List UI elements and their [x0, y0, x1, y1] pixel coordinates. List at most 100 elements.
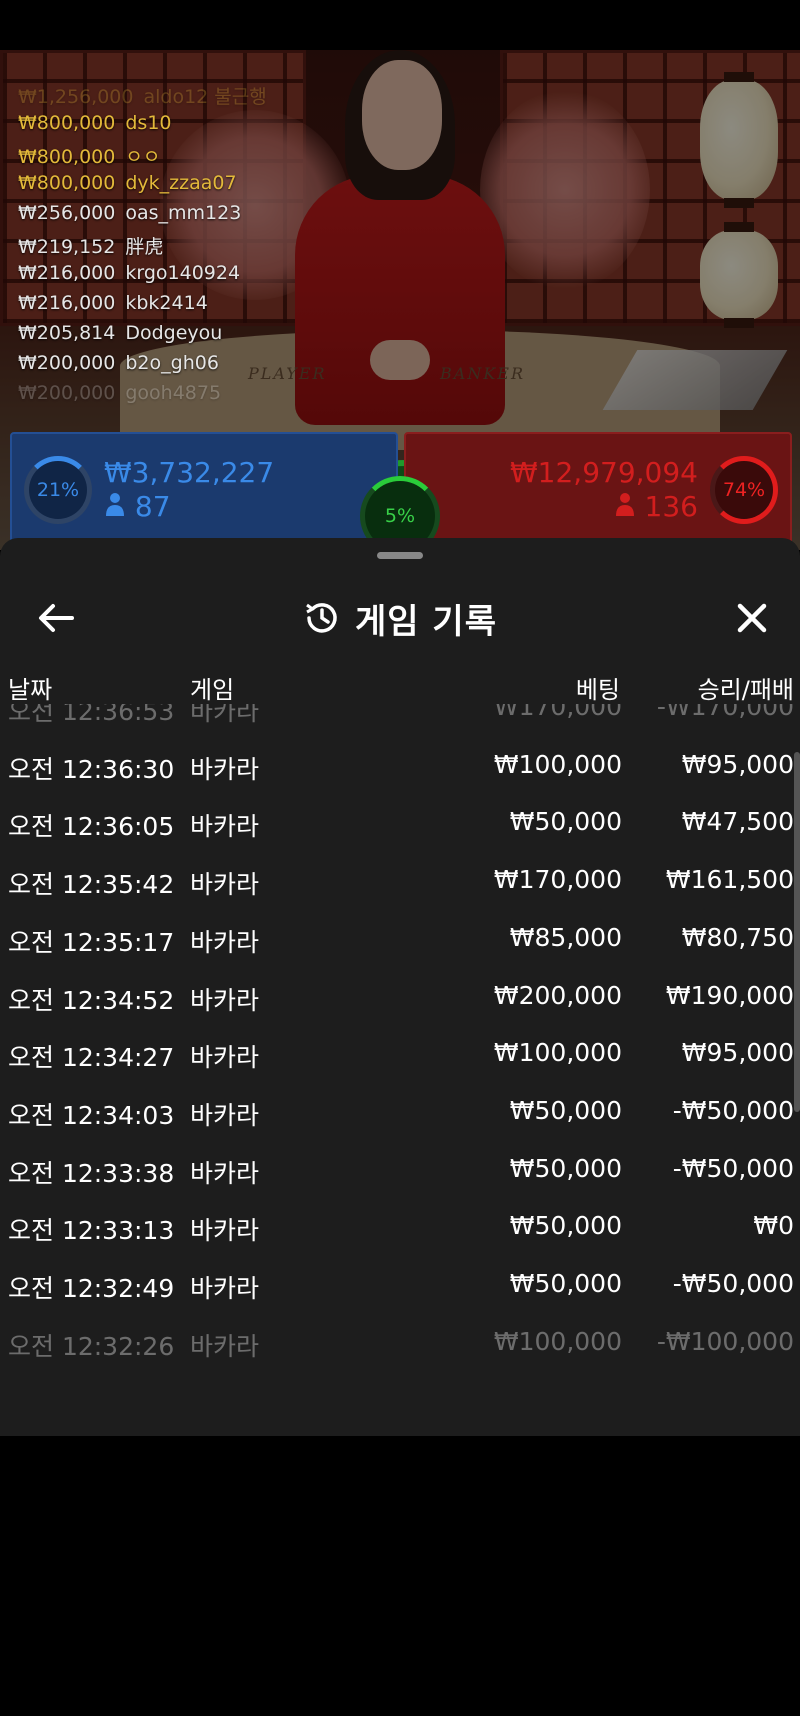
- bet-feed-item: ₩200,000 gooh4875: [18, 382, 267, 412]
- row-game: 바카라: [190, 1331, 260, 1361]
- history-row[interactable]: 오전 12:36:30 바카라 ₩100,000 ₩95,000: [0, 738, 800, 796]
- row-game: 바카라: [190, 1158, 260, 1188]
- row-result: ₩190,000: [665, 980, 794, 1010]
- history-clock-icon: [306, 603, 337, 633]
- sheet-header: 게임 기록: [0, 578, 800, 658]
- bet-feed-user: gooh4875: [125, 382, 222, 404]
- row-bet: ₩100,000: [493, 1326, 622, 1356]
- close-x-icon: [737, 603, 767, 633]
- bet-feed-item: ₩800,000 ds10: [18, 112, 267, 142]
- bet-feed-user: Dodgeyou: [125, 322, 223, 344]
- banker-percent: 74%: [722, 479, 766, 501]
- history-row[interactable]: 오전 12:32:26 바카라 ₩100,000 -₩100,000: [0, 1315, 800, 1373]
- bet-feed-user: dyk_zzaa07: [125, 172, 237, 194]
- bet-feed-item: ₩800,000 dyk_zzaa07: [18, 172, 267, 202]
- banker-percent-ring: 74%: [710, 456, 778, 524]
- row-bet: ₩85,000: [509, 922, 622, 952]
- row-time: 오전 12:32:26: [8, 1331, 175, 1361]
- row-bet: ₩200,000: [493, 980, 622, 1010]
- banker-total-bet: ₩12,979,094: [509, 456, 698, 489]
- row-bet: ₩100,000: [493, 749, 622, 779]
- row-game: 바카라: [190, 704, 260, 726]
- banker-stat-panel: ₩12,979,094 136 74%: [404, 432, 792, 546]
- row-time: 오전 12:36:30: [8, 754, 175, 784]
- row-game: 바카라: [190, 1100, 260, 1130]
- row-bet: ₩170,000: [493, 865, 622, 895]
- column-header-bet: 베팅: [575, 676, 620, 704]
- history-row[interactable]: 오전 12:36:53 바카라 ₩170,000 -₩170,000: [0, 704, 800, 738]
- row-time: 오전 12:32:49: [8, 1274, 175, 1303]
- row-time: 오전 12:35:17: [8, 927, 175, 957]
- tie-percent: 5%: [384, 505, 416, 527]
- bet-feed-item: ₩205,814 Dodgeyou: [18, 322, 267, 352]
- row-time: 오전 12:35:42: [8, 870, 175, 900]
- history-row[interactable]: 오전 12:35:17 바카라 ₩85,000 ₩80,750: [0, 911, 800, 969]
- row-bet: ₩50,000: [509, 1095, 622, 1125]
- sheet-drag-handle[interactable]: [377, 552, 423, 559]
- row-game: 바카라: [190, 985, 260, 1015]
- row-game: 바카라: [190, 812, 260, 842]
- bet-feed-amount: ₩219,152: [18, 236, 116, 258]
- history-row[interactable]: 오전 12:35:42 바카라 ₩170,000 ₩161,500: [0, 853, 800, 911]
- bet-feed: ₩1,256,000 aldo12 불근행 ₩800,000 ds10 ₩800,000…: [18, 82, 267, 412]
- row-game: 바카라: [190, 927, 260, 957]
- history-scrollbar[interactable]: [794, 752, 800, 1112]
- person-icon: [615, 493, 634, 516]
- row-result: ₩161,500: [665, 865, 794, 895]
- row-result: -₩50,000: [672, 1269, 794, 1298]
- game-history-sheet: 게임 기록 날짜 게임 베팅 승리/패배 오전 12:36:53 바카라 ₩170,…: [0, 538, 800, 1436]
- bet-feed-item: ₩200,000 b2o_gh06: [18, 352, 267, 382]
- bet-feed-amount: ₩800,000: [18, 112, 116, 134]
- sheet-title-group: 게임 기록: [0, 578, 800, 658]
- bet-feed-item: ₩800,000 ㅇㅇ: [18, 142, 267, 172]
- row-bet: ₩50,000: [509, 1153, 622, 1183]
- page-title: 게임 기록: [355, 601, 497, 642]
- close-button[interactable]: [724, 590, 780, 646]
- row-bet: ₩50,000: [509, 1269, 622, 1298]
- bet-feed-amount: ₩200,000: [18, 382, 116, 404]
- bet-feed-amount: ₩1,256,000: [18, 86, 134, 108]
- row-game: 바카라: [190, 1043, 260, 1073]
- history-row[interactable]: 오전 12:33:38 바카라 ₩50,000 -₩50,000: [0, 1142, 800, 1200]
- row-time: 오전 12:34:52: [8, 985, 175, 1015]
- bet-feed-user: ds10: [125, 112, 172, 134]
- bet-feed-user: ㅇㅇ: [125, 146, 161, 168]
- column-header-date: 날짜: [8, 676, 53, 704]
- bet-feed-amount: ₩216,000: [18, 292, 116, 314]
- row-game: 바카라: [190, 1216, 260, 1246]
- history-table-body[interactable]: 오전 12:36:53 바카라 ₩170,000 -₩170,000 오전 12:36:…: [0, 704, 800, 1404]
- bet-feed-item: ₩216,000 krgo140924: [18, 262, 267, 292]
- bet-feed-amount: ₩200,000: [18, 352, 116, 374]
- row-result: -₩100,000: [656, 1326, 794, 1356]
- bet-feed-user: krgo140924: [125, 262, 241, 284]
- history-row[interactable]: 오전 12:34:27 바카라 ₩100,000 ₩95,000: [0, 1026, 800, 1084]
- bet-feed-amount: ₩256,000: [18, 202, 116, 224]
- row-result: ₩80,750: [681, 922, 794, 952]
- bet-feed-user: 胖虎: [125, 236, 164, 258]
- bet-feed-item: ₩219,152 胖虎: [18, 232, 267, 262]
- bet-feed-item: ₩216,000 kbk2414: [18, 292, 267, 322]
- row-time: 오전 12:33:13: [8, 1216, 175, 1246]
- row-result: -₩170,000: [656, 704, 794, 721]
- player-stat-panel: 21% ₩3,732,227 87: [10, 432, 398, 546]
- bet-feed-item: ₩1,256,000 aldo12 불근행: [18, 82, 267, 112]
- person-icon: [106, 493, 124, 516]
- column-header-game: 게임: [190, 676, 235, 704]
- row-time: 오전 12:36:05: [8, 812, 175, 842]
- history-row[interactable]: 오전 12:32:49 바카라 ₩50,000 -₩50,000: [0, 1257, 800, 1315]
- history-row[interactable]: 오전 12:34:03 바카라 ₩50,000 -₩50,000: [0, 1084, 800, 1142]
- history-row[interactable]: 오전 12:36:05 바카라 ₩50,000 ₩47,500: [0, 795, 800, 853]
- row-game: 바카라: [190, 1274, 260, 1303]
- history-row[interactable]: 오전 12:34:52 바카라 ₩200,000 ₩190,000: [0, 969, 800, 1027]
- bet-feed-user: kbk2414: [125, 292, 208, 314]
- banker-bettor-count: 136: [614, 490, 698, 523]
- row-result: ₩47,500: [681, 807, 794, 837]
- history-table-header: 날짜 게임 베팅 승리/패배: [0, 664, 800, 704]
- history-row[interactable]: 오전 12:33:13 바카라 ₩50,000 ₩0: [0, 1199, 800, 1257]
- bet-feed-user: b2o_gh06: [125, 352, 219, 374]
- row-result: ₩95,000: [681, 1038, 794, 1068]
- player-count-value: 87: [134, 490, 171, 523]
- player-bettor-count: 87: [104, 490, 171, 523]
- bet-feed-amount: ₩205,814: [18, 322, 116, 344]
- bet-feed-amount: ₩800,000: [18, 146, 116, 168]
